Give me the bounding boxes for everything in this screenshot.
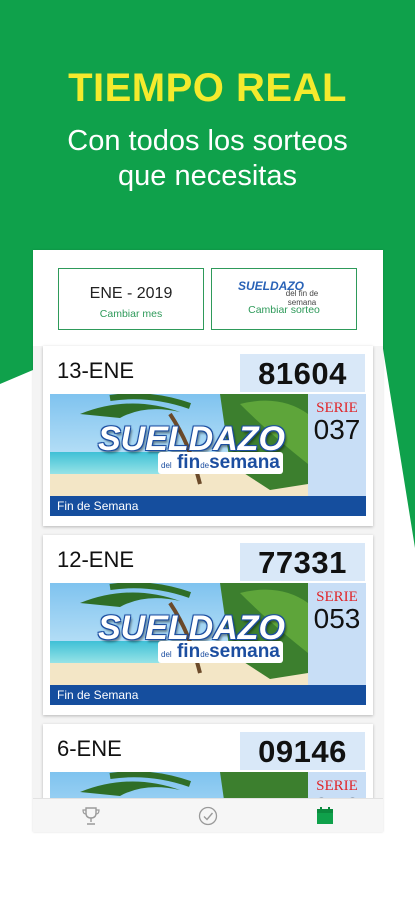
calendar-icon [317, 807, 333, 824]
nav-check-tab[interactable] [178, 799, 238, 832]
app-screen: ENE - 2019 Cambiar mes SUELDAZO del fin … [33, 250, 383, 832]
month-value: ENE - 2019 [89, 285, 173, 302]
check-circle-icon [198, 806, 218, 826]
promo-subheadline: Con todos los sorteos que necesitas [67, 125, 348, 192]
result-date: 13-ENE [57, 358, 135, 383]
bottom-navigation [33, 798, 383, 832]
fin-de-semana-logo: del findesemana [158, 641, 283, 663]
sueldazo-banner: SUELDAZO del findesemana SERIE 037 [50, 394, 366, 496]
draw-selector[interactable]: SUELDAZO del fin de semana Cambiar sorte… [211, 268, 357, 330]
result-date: 6-ENE [57, 736, 122, 761]
nav-calendar-tab[interactable] [295, 799, 355, 832]
draw-name-footer: Fin de Semana [50, 685, 366, 705]
month-selector[interactable]: ENE - 2019 Cambiar mes [58, 268, 204, 330]
winning-number: 77331 [240, 543, 365, 581]
serie-number: 037 [313, 414, 361, 445]
sueldazo-banner: SUELDAZO del findesemana SERIE 053 [50, 583, 366, 685]
promo-headline: TIEMPO REAL [68, 66, 347, 110]
draw-name-footer: Fin de Semana [50, 496, 366, 516]
result-date: 12-ENE [57, 547, 135, 572]
result-card[interactable]: 12-ENE 77331 SUELDAZO del findesemana SE… [43, 535, 373, 715]
winning-number: 09146 [240, 732, 365, 770]
sueldazo-logo-small: SUELDAZO del fin de semana [238, 279, 319, 307]
serie-number: 053 [313, 603, 361, 634]
serie-box: SERIE 053 [308, 583, 366, 685]
nav-results-tab[interactable] [61, 799, 121, 832]
trophy-icon [82, 807, 100, 825]
winning-number: 81604 [240, 354, 365, 392]
change-month-link[interactable]: Cambiar mes [59, 308, 203, 320]
fin-de-semana-logo: del findesemana [158, 452, 283, 474]
result-card[interactable]: 13-ENE 81604 SUELDAZO del findesemana SE… [43, 346, 373, 526]
serie-box: SERIE 037 [308, 394, 366, 496]
selector-bar: ENE - 2019 Cambiar mes SUELDAZO del fin … [33, 250, 383, 346]
